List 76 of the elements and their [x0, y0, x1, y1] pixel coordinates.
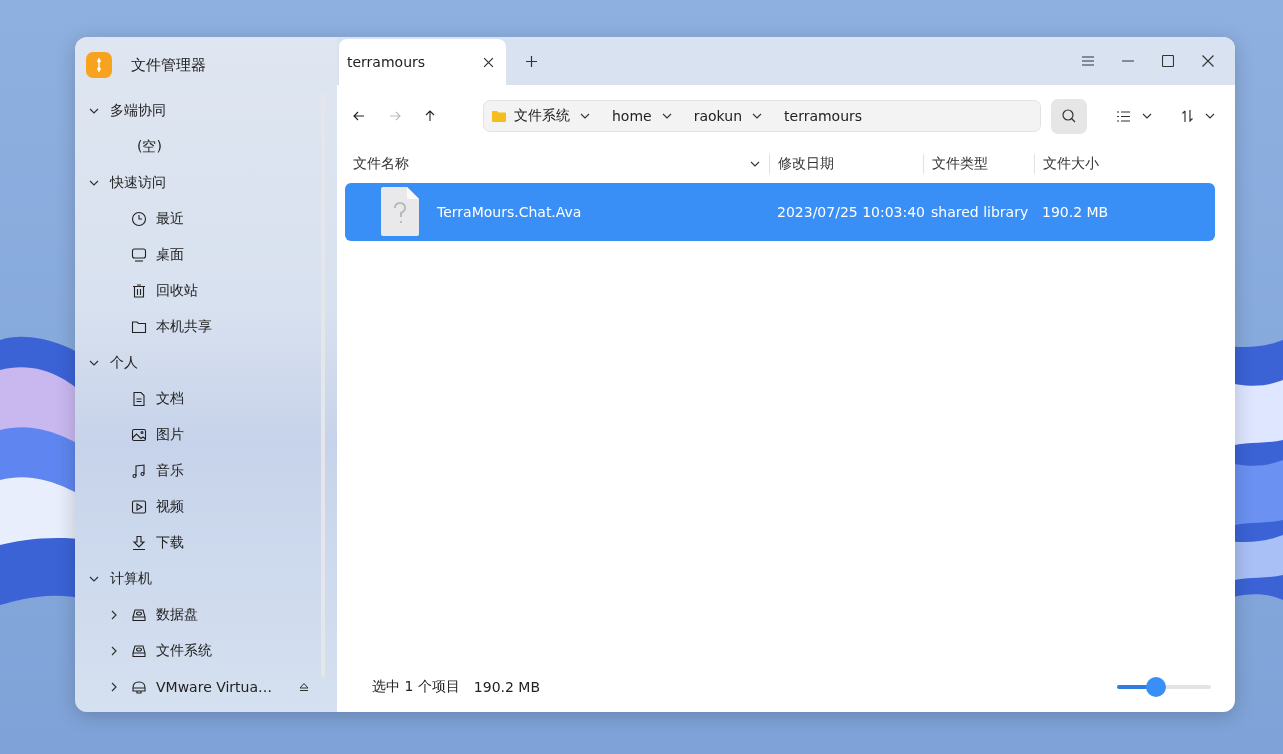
sidebar-group[interactable]: 快速访问: [75, 165, 337, 201]
selection-status: 选中 1 个项目: [372, 678, 460, 696]
chevron-right-icon[interactable]: [109, 646, 119, 656]
monitor-icon: [131, 247, 147, 263]
sidebar-item[interactable]: 文件系统: [75, 633, 337, 669]
music-note-icon: [131, 463, 147, 479]
tab[interactable]: terramours: [339, 39, 506, 85]
eject-icon[interactable]: [299, 682, 310, 692]
drive-icon: [131, 643, 147, 659]
document-icon: [131, 391, 147, 407]
breadcrumb-item[interactable]: raokun: [693, 108, 743, 124]
sidebar-item[interactable]: 桌面: [75, 237, 337, 273]
folder-icon: [131, 319, 147, 335]
unknown-file-icon: [379, 187, 419, 237]
sidebar-item[interactable]: 文档: [75, 381, 337, 417]
sidebar-item[interactable]: 图片: [75, 417, 337, 453]
breadcrumb-item[interactable]: terramours: [784, 108, 863, 124]
chevron-down-icon[interactable]: [661, 113, 672, 119]
sidebar-item[interactable]: 本机共享: [75, 309, 337, 345]
file-name: TerraMours.Chat.Ava: [437, 204, 582, 220]
search-button[interactable]: [1051, 98, 1087, 134]
close-icon[interactable]: [1202, 55, 1214, 67]
chevron-down-icon[interactable]: [750, 161, 760, 167]
selection-size: 190.2 MB: [473, 679, 541, 695]
folder-icon: [492, 110, 506, 122]
chevron-down-icon[interactable]: [580, 113, 590, 119]
sidebar-item[interactable]: 最近: [75, 201, 337, 237]
sidebar-item[interactable]: 数据盘: [75, 597, 337, 633]
new-tab-icon[interactable]: [526, 56, 537, 67]
menu-icon[interactable]: [1082, 56, 1094, 66]
app-icon: [86, 52, 112, 78]
column-header[interactable]: 修改日期: [778, 155, 834, 173]
chevron-down-icon: [89, 106, 99, 116]
drive-icon: [131, 607, 147, 623]
list-view-icon[interactable]: [1117, 110, 1130, 122]
clock-icon: [131, 211, 147, 227]
chevron-down-icon: [89, 358, 99, 368]
up-arrow-icon[interactable]: [425, 110, 435, 122]
close-icon[interactable]: [483, 56, 494, 68]
chevron-down-icon: [89, 574, 99, 584]
column-header[interactable]: 文件大小: [1043, 155, 1099, 173]
chevron-down-icon[interactable]: [1142, 113, 1152, 119]
breadcrumb-item[interactable]: 文件系统: [514, 107, 570, 125]
sidebar-item[interactable]: VMware Virtua…: [75, 669, 337, 705]
address-bar[interactable]: 文件系统 home raokun terramours: [483, 100, 1041, 132]
chevron-right-icon[interactable]: [109, 610, 119, 620]
sidebar-item[interactable]: 回收站: [75, 273, 337, 309]
back-arrow-icon[interactable]: [353, 111, 365, 121]
search-icon: [1062, 109, 1076, 123]
empty-label: (空): [137, 138, 162, 156]
sidebar-group[interactable]: 个人: [75, 345, 337, 381]
maximize-icon[interactable]: [1162, 55, 1174, 67]
image-icon: [131, 427, 147, 443]
sidebar-item[interactable]: 音乐: [75, 453, 337, 489]
chevron-down-icon: [89, 178, 99, 188]
modified-date: 2023/07/25 10:03:40: [777, 204, 926, 220]
chevron-down-icon[interactable]: [1205, 113, 1215, 119]
chevron-down-icon[interactable]: [752, 113, 763, 119]
breadcrumb-item[interactable]: home: [612, 108, 652, 124]
sidebar-item[interactable]: 视频: [75, 489, 337, 525]
sort-icon[interactable]: [1182, 110, 1193, 122]
drive-icon: [131, 679, 147, 695]
column-header[interactable]: 文件类型: [932, 155, 988, 173]
download-icon: [131, 535, 147, 551]
column-header[interactable]: 文件名称: [353, 155, 409, 173]
file-size: 190.2 MB: [1042, 204, 1109, 220]
app-title: 文件管理器: [131, 55, 206, 75]
chevron-right-icon[interactable]: [109, 682, 119, 692]
zoom-slider[interactable]: [1117, 677, 1211, 697]
sidebar-group[interactable]: 多端协同: [75, 93, 337, 129]
sidebar-group[interactable]: 计算机: [75, 561, 337, 597]
file-type: shared library: [931, 204, 1029, 220]
sidebar-item[interactable]: 下载: [75, 525, 337, 561]
video-icon: [131, 499, 147, 515]
slider-thumb[interactable]: [1145, 677, 1166, 697]
trash-icon: [131, 283, 147, 299]
